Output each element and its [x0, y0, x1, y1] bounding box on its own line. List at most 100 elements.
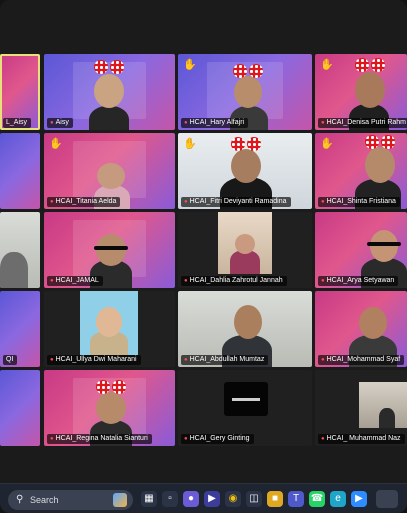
participant-face [365, 147, 395, 183]
participant-name: L_Aisy [3, 118, 32, 128]
store-icon[interactable]: ◫ [246, 491, 262, 507]
video-feed [80, 291, 138, 355]
raised-hand-icon: ✋ [320, 59, 334, 71]
red-bow-filter [355, 58, 385, 72]
zoom-icon[interactable]: ▶ [351, 491, 367, 507]
participant-name: ● HCAI_Abdullah Mumtaz [181, 355, 269, 365]
chat-icon[interactable]: ● [183, 491, 199, 507]
participant-tile[interactable]: ✋ ● HCAI_Titania Aelda [44, 133, 175, 209]
muted-mic-icon: ● [184, 199, 188, 205]
muted-mic-icon: ● [321, 120, 325, 126]
muted-mic-icon: ● [184, 357, 188, 363]
raised-hand-icon: ✋ [183, 59, 197, 71]
muted-mic-icon: ● [184, 278, 188, 284]
media-icon[interactable]: ▶ [204, 491, 220, 507]
participant-name: L_Aisy●Aisy [47, 118, 73, 128]
participant-name: ● HCAI_Dahlia Zahrotul Jannah [181, 276, 287, 286]
chrome-icon[interactable]: ◉ [225, 491, 241, 507]
muted-mic-icon: ● [50, 199, 54, 205]
participant-face [235, 234, 255, 254]
participant-body [89, 106, 129, 130]
red-bow-filter [231, 137, 261, 151]
participant-face [96, 392, 126, 424]
participant-tile[interactable] [0, 212, 40, 288]
participant-tile[interactable]: ● HCAI_Regina Natalia Sianturi [44, 370, 175, 446]
muted-mic-icon: ● [50, 120, 54, 126]
participant-tile[interactable]: L_Aisy●Aisy [44, 54, 175, 130]
raised-hand-icon: ✋ [49, 138, 63, 150]
edge-icon[interactable]: e [330, 491, 346, 507]
raised-hand-icon: ✋ [183, 138, 197, 150]
muted-mic-icon: ● [184, 120, 188, 126]
participant-tile[interactable]: ● HCAI_Abdullah Mumtaz [178, 291, 312, 367]
participant-face [234, 305, 262, 339]
taskbar: ⚲ Search ▦ ▫ ● ▶ ◉ ◫ ■ T ☎ e ▶ [0, 483, 407, 513]
participant-face [96, 307, 122, 337]
participant-tile[interactable]: ✋ ● HCAI_Hary Alfajri [178, 54, 312, 130]
muted-mic-icon: ● [50, 278, 54, 284]
participant-name: QI [3, 355, 18, 365]
muted-mic-icon: ● [184, 436, 188, 442]
muted-mic-icon: ● [321, 278, 325, 284]
red-bow-filter [94, 60, 124, 74]
participant-face [359, 307, 387, 339]
participant-tile[interactable]: ● HCAI_Ullya Dwi Maharani [44, 291, 175, 367]
red-bow-filter [365, 135, 395, 149]
participant-tile[interactable]: ✋ ● HCAI_Shinta Fristiana [315, 133, 407, 209]
participant-name: ● HCAI_Denisa Putri Rahm [318, 118, 407, 128]
participant-body [0, 252, 28, 288]
muted-mic-icon: ● [321, 357, 325, 363]
participant-name: ● HCAI_Mohammad Syaf [318, 355, 405, 365]
file-explorer-icon[interactable]: ■ [267, 491, 283, 507]
search-placeholder: Search [30, 495, 59, 505]
participant-tile[interactable]: ● HCAI_ Muhammad Naz [315, 370, 407, 446]
video-feed [218, 212, 272, 274]
participant-tile[interactable]: ✋ ● HCAI_Denisa Putri Rahm [315, 54, 407, 130]
raised-hand-icon: ✋ [320, 138, 334, 150]
meeting-screen: L_Aisy L_Aisy●Aisy ✋ ●HCAI_Hary Alfajri … [0, 0, 407, 513]
red-bow-filter [233, 64, 263, 78]
sunglasses-filter [367, 242, 401, 246]
participant-name: ● HCAI_Regina Natalia Sianturi [47, 434, 152, 444]
car-headlights [232, 398, 260, 401]
muted-mic-icon: ● [321, 436, 325, 442]
participant-name: ● HCAI_Hary Alfajri [181, 118, 249, 128]
participant-face [97, 163, 125, 189]
search-icon: ⚲ [16, 494, 24, 505]
search-highlight-icon [113, 493, 127, 507]
participant-face [231, 149, 261, 183]
participant-tile[interactable]: ● HCAI_Gery Ginting [178, 370, 312, 446]
participant-name: ● HCAI_Ullya Dwi Maharani [47, 355, 141, 365]
participant-name: ● HCAI_Titania Aelda [47, 197, 121, 207]
search-box[interactable]: ⚲ Search [8, 490, 133, 510]
participant-tile[interactable]: ● HCAI_Mohammad Syaf [315, 291, 407, 367]
sunglasses-filter [94, 246, 128, 250]
participant-tile[interactable]: QI [0, 291, 40, 367]
participant-name: ● HCAI_Shinta Fristiana [318, 197, 400, 207]
participant-tile[interactable] [0, 133, 40, 209]
participant-name: ● HCAI_Gery Ginting [181, 434, 254, 444]
active-app-indicator[interactable] [376, 490, 398, 508]
muted-mic-icon: ● [321, 199, 325, 205]
windows-start-icon[interactable]: ▦ [141, 491, 157, 507]
video-feed [224, 382, 268, 416]
whatsapp-icon[interactable]: ☎ [309, 491, 325, 507]
task-view-icon[interactable]: ▫ [162, 491, 178, 507]
participant-tile[interactable]: L_Aisy [0, 54, 40, 130]
participant-name: ● HCAI_JAMAL [47, 276, 103, 286]
red-bow-filter [96, 380, 126, 394]
participant-tile[interactable] [0, 370, 40, 446]
participant-face [94, 74, 124, 108]
muted-mic-icon: ● [50, 357, 54, 363]
participant-tile[interactable]: ● HCAI_Arya Setyawan [315, 212, 407, 288]
participant-tile[interactable]: ✋ ● HCAI_Fitri Deviyanti Ramadina [178, 133, 312, 209]
participant-name: ● HCAI_Fitri Deviyanti Ramadina [181, 197, 291, 207]
participant-face [370, 230, 398, 262]
participant-name: ● HCAI_Arya Setyawan [318, 276, 399, 286]
participant-face [234, 76, 262, 108]
participant-tile[interactable]: ● HCAI_JAMAL [44, 212, 175, 288]
video-feed [359, 382, 407, 428]
participant-body [379, 408, 395, 428]
teams-icon[interactable]: T [288, 491, 304, 507]
participant-tile[interactable]: ● HCAI_Dahlia Zahrotul Jannah [178, 212, 312, 288]
